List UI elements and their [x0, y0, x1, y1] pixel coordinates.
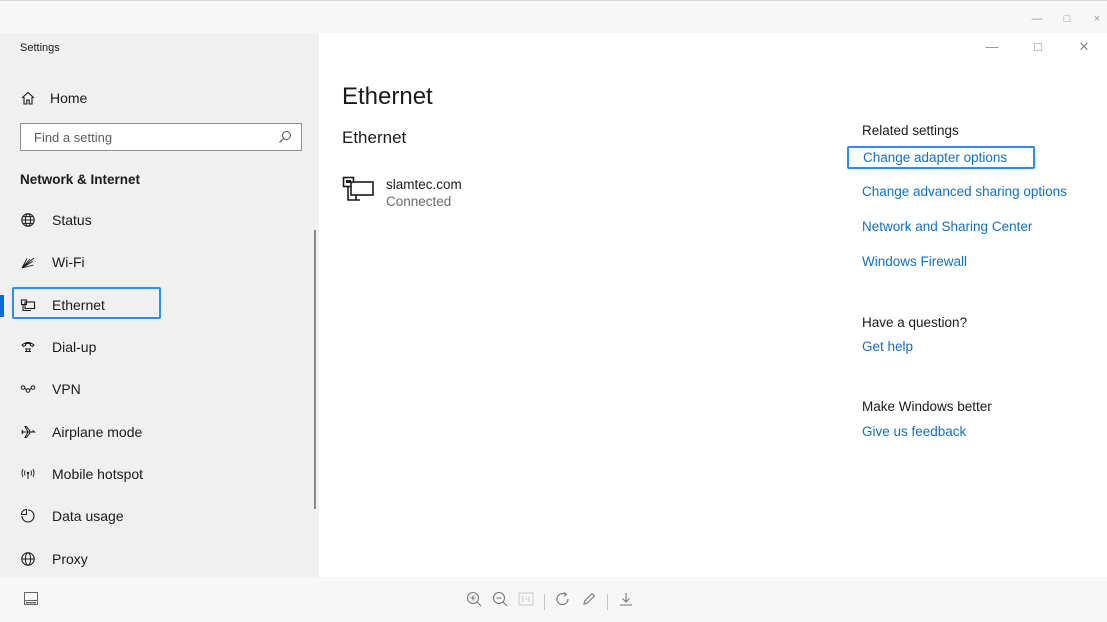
search-icon[interactable] [277, 129, 293, 145]
maximize-button[interactable]: □ [1015, 33, 1061, 61]
wifi-icon [20, 254, 36, 270]
home-label: Home [50, 90, 88, 106]
hotspot-icon [20, 466, 36, 482]
ethernet-network-icon [342, 176, 376, 210]
change-adapter-options-link[interactable]: Change adapter options [847, 146, 1035, 169]
zoom-out-icon[interactable] [492, 591, 508, 612]
viewer-minimize-button[interactable]: — [1031, 13, 1043, 25]
viewer-window-controls: — □ × [1031, 13, 1103, 25]
dialup-icon [20, 339, 36, 355]
search-box[interactable] [20, 123, 302, 151]
home-nav-item[interactable]: Home [20, 87, 87, 109]
close-button[interactable]: ✕ [1061, 33, 1107, 61]
search-input[interactable] [34, 129, 274, 145]
settings-main-pane: — □ ✕ Ethernet Ethernet slamtec.com Conn… [319, 33, 1107, 577]
sidebar-item-label: Mobile hotspot [52, 465, 144, 482]
settings-sidebar: Settings Home Network & Internet Status … [0, 33, 319, 577]
connection-name: slamtec.com [386, 177, 462, 192]
question-header: Have a question? [862, 315, 968, 330]
status-globe-icon [20, 212, 36, 228]
change-advanced-sharing-link[interactable]: Change advanced sharing options [862, 184, 1067, 199]
page-title: Ethernet [342, 83, 433, 110]
sidebar-item-label: Data usage [52, 508, 124, 525]
sidebar-item-label: Dial-up [52, 339, 97, 356]
vpn-icon [20, 381, 36, 397]
network-sharing-center-link[interactable]: Network and Sharing Center [862, 219, 1032, 234]
sidebar-item-vpn[interactable]: VPN [0, 368, 319, 410]
connection-text: slamtec.com Connected [386, 176, 462, 210]
viewer-toolbar [466, 591, 634, 612]
airplane-icon [20, 424, 36, 440]
toolbar-divider [607, 593, 608, 610]
sidebar-item-data-usage[interactable]: Data usage [0, 495, 319, 537]
connection-status: Connected [386, 194, 452, 209]
active-indicator [0, 294, 4, 317]
sidebar-item-ethernet[interactable]: Ethernet [0, 284, 319, 326]
sidebar-item-label: Airplane mode [52, 423, 143, 440]
sidebar-item-label: Status [52, 212, 92, 229]
sidebar-item-label: Wi-Fi [52, 254, 85, 271]
selection-highlight [12, 286, 161, 319]
feedback-header: Make Windows better [862, 399, 992, 414]
data-usage-icon [20, 508, 36, 524]
give-feedback-link[interactable]: Give us feedback [862, 424, 966, 439]
actual-size-icon [518, 591, 534, 612]
windows-firewall-link[interactable]: Windows Firewall [862, 254, 967, 269]
sidebar-item-proxy[interactable]: Proxy [0, 537, 319, 579]
sidebar-item-mobile-hotspot[interactable]: Mobile hotspot [0, 453, 319, 495]
section-title: Network & Internet [20, 172, 141, 187]
viewer-maximize-button[interactable]: □ [1061, 13, 1073, 25]
get-help-link[interactable]: Get help [862, 339, 913, 354]
viewer-close-button[interactable]: × [1091, 13, 1103, 25]
proxy-globe-icon [20, 551, 36, 567]
edit-pencil-icon[interactable] [581, 591, 597, 612]
panel-toggle-icon[interactable] [24, 592, 38, 610]
viewer-bottom-bar [0, 577, 1107, 622]
viewer-title-bar: — □ × [0, 0, 1107, 33]
sidebar-item-dialup[interactable]: Dial-up [0, 326, 319, 368]
window-controls: — □ ✕ [969, 33, 1107, 61]
minimize-button[interactable]: — [969, 33, 1015, 61]
toolbar-divider [544, 593, 545, 610]
zoom-in-icon[interactable] [466, 591, 482, 612]
section-heading: Ethernet [342, 128, 407, 147]
ethernet-connection[interactable]: slamtec.com Connected [342, 176, 462, 210]
rotate-icon[interactable] [555, 591, 571, 612]
home-icon [20, 90, 36, 106]
related-settings-header: Related settings [862, 123, 959, 138]
app-title: Settings [20, 42, 60, 54]
sidebar-item-airplane-mode[interactable]: Airplane mode [0, 410, 319, 452]
sidebar-scrollbar[interactable] [314, 230, 316, 509]
sidebar-item-status[interactable]: Status [0, 199, 319, 241]
sidebar-item-label: VPN [52, 381, 81, 398]
sidebar-nav: Status Wi-Fi Ethernet Dial-up VPN Airpla… [0, 199, 319, 580]
download-icon[interactable] [618, 591, 634, 612]
sidebar-item-wifi[interactable]: Wi-Fi [0, 241, 319, 283]
sidebar-item-label: Proxy [52, 550, 88, 567]
